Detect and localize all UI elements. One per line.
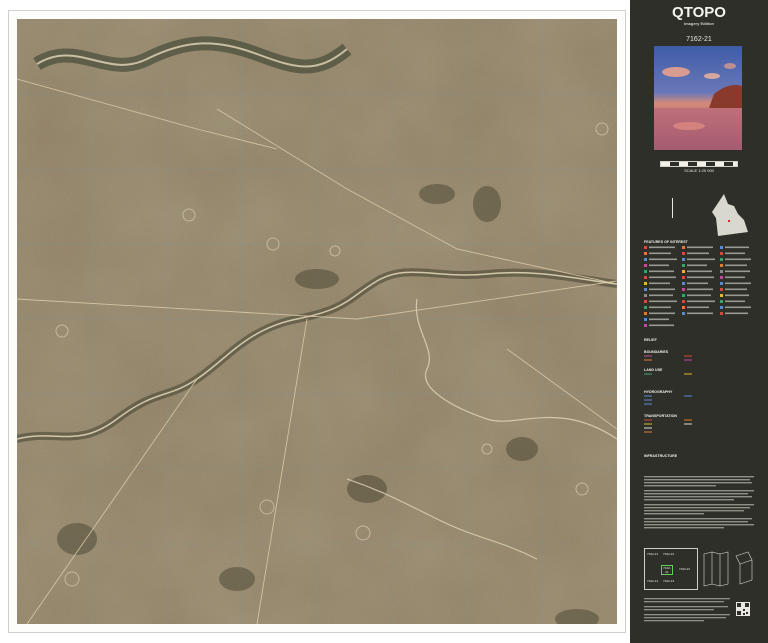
footer-text bbox=[644, 598, 732, 628]
legend-symbols bbox=[644, 246, 756, 334]
legend-relief-title: RELIEF bbox=[644, 338, 657, 342]
cover-photo bbox=[654, 46, 742, 150]
legend-line-symbols bbox=[644, 344, 756, 454]
north-arrow-icon bbox=[672, 198, 673, 218]
map-frame bbox=[8, 10, 626, 633]
sheet-index: 7162-24 7162-23 7162-21 7162-22 7162-14 … bbox=[644, 548, 698, 590]
index-sheet-n: 7162-23 bbox=[663, 552, 675, 556]
legend-infrastructure-title: INFRASTRUCTURE bbox=[644, 454, 678, 458]
index-sheet-nw: 7162-24 bbox=[647, 552, 659, 556]
scale-bar bbox=[660, 161, 738, 167]
map-imagery[interactable] bbox=[17, 19, 617, 624]
scale-label: SCALE 1:25 000 bbox=[684, 168, 714, 173]
qr-code-icon[interactable] bbox=[736, 602, 750, 616]
map-sheet-id: 7162-21 bbox=[686, 36, 712, 43]
fold-diagram bbox=[702, 550, 754, 588]
legend-reference-title: FEATURES OF INTEREST bbox=[644, 240, 688, 244]
index-sheet-s: 7162-13 bbox=[663, 579, 675, 583]
notes-text-block bbox=[644, 476, 756, 538]
index-sheet-sw: 7162-14 bbox=[647, 579, 659, 583]
map-subtitle: Imagery Edition bbox=[683, 21, 714, 26]
locator-map bbox=[710, 192, 750, 238]
map-title: QTOPO bbox=[672, 4, 726, 21]
satellite-map bbox=[17, 19, 617, 624]
index-sheet-e: 7162-22 bbox=[679, 567, 691, 571]
index-sheet-current: 7162-21 bbox=[661, 565, 673, 575]
map-info-panel: QTOPO Imagery Edition 7162-21 SCALE 1:25… bbox=[630, 0, 768, 643]
